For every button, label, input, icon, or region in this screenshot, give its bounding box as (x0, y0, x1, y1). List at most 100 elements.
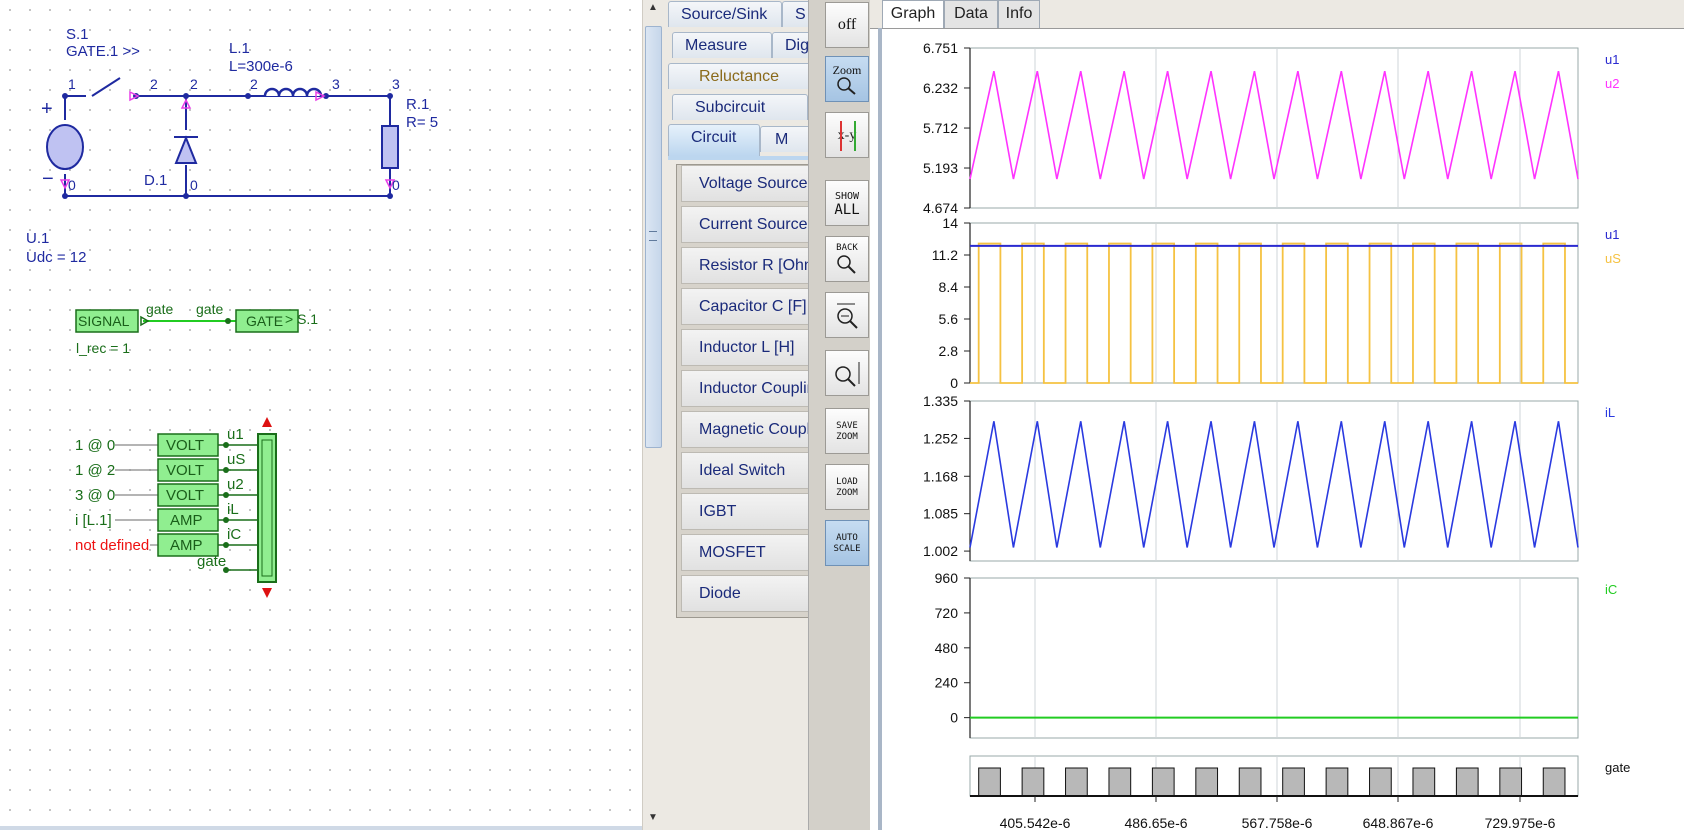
zoom-y-button[interactable] (825, 350, 869, 396)
show-all-label-1: SHOW (834, 191, 860, 202)
list-item-voltage-source[interactable]: Voltage Source (681, 165, 808, 202)
probe-block[interactable]: AMP (170, 512, 203, 529)
list-item-magnetic-coupling[interactable]: Magnetic Coupling (681, 411, 808, 448)
switch-gate-label: GATE.1 >> (66, 43, 140, 60)
xy-button[interactable]: x-y (825, 112, 869, 158)
probe-signal: u1 (227, 426, 244, 443)
switch-label[interactable]: S.1 (66, 26, 89, 43)
scroll-down-icon[interactable]: ▼ (645, 810, 661, 826)
x-tick-label: 405.542e-6 (1000, 815, 1071, 830)
probe-source: not defined (75, 537, 150, 554)
gate-block[interactable]: GATE (246, 313, 283, 329)
scroll-up-marker (262, 417, 272, 427)
x-tick-label: 486.65e-6 (1124, 815, 1187, 830)
y-tick-label: 5.712 (923, 120, 958, 136)
list-item-current-source[interactable]: Current Source (681, 206, 808, 243)
load-zoom-label-1: LOAD (836, 477, 858, 487)
probe-source: i [L.1] (75, 512, 112, 529)
schematic-canvas[interactable]: S.1 GATE.1 >> L.1 L=300e-6 R.1 R= 5 D.1 … (0, 0, 642, 830)
signal-param: l_rec = 1 (76, 340, 131, 356)
list-item-resistor[interactable]: Resistor R [Ohm] (681, 247, 808, 284)
schematic-drawing (46, 77, 399, 598)
signal-block[interactable]: SIGNAL (78, 313, 129, 329)
y-tick-label: 11.2 (932, 247, 958, 263)
show-all-button[interactable]: SHOW ALL (825, 180, 869, 226)
component-library: Source/Sink S Measure Dig Reluctance Sub… (662, 0, 809, 830)
node-label: 0 (392, 177, 400, 193)
node-label: 0 (190, 177, 198, 193)
back-zoom-button[interactable]: BACK (825, 236, 869, 282)
tab-source-sink[interactable]: Source/Sink (668, 1, 782, 27)
resistor-label[interactable]: R.1 (406, 96, 429, 113)
list-item-mosfet[interactable]: MOSFET (681, 534, 808, 571)
wire-label: gate (196, 301, 224, 317)
y-tick-label: 0 (950, 375, 958, 391)
back-label: BACK (836, 243, 858, 253)
probe-block[interactable]: AMP (170, 537, 203, 554)
probe-signal: iC (227, 526, 242, 543)
source-plus: + (41, 98, 53, 120)
tab-graph[interactable]: Graph (882, 0, 944, 28)
probe-block[interactable]: VOLT (166, 462, 204, 479)
tab-data[interactable]: Data (944, 0, 998, 28)
y-tick-label: 240 (935, 675, 959, 691)
plot-area (969, 47, 1579, 209)
y-tick-label: 1.252 (923, 430, 958, 446)
zoom-label: Zoom (832, 63, 862, 77)
tab-circuit[interactable]: Circuit (668, 124, 760, 156)
canvas-horizontal-scrollbar[interactable] (0, 826, 642, 830)
magnifier-icon (837, 77, 856, 95)
canvas-vertical-scrollbar[interactable]: ▲ ▼ (642, 0, 663, 830)
gate-pulse (1369, 767, 1392, 797)
probe-signal: gate (197, 553, 227, 570)
legend-iC: iC (1605, 582, 1617, 597)
save-zoom-label-2: ZOOM (836, 432, 858, 442)
y-tick-label: 5.6 (939, 311, 959, 327)
load-zoom-button[interactable]: LOAD ZOOM (825, 464, 869, 510)
y-tick-label: 8.4 (939, 279, 959, 295)
list-item-capacitor[interactable]: Capacitor C [F] (681, 288, 808, 325)
resistor-symbol (381, 125, 399, 169)
tab-reluctance[interactable]: Reluctance (668, 63, 808, 89)
list-item-diode[interactable]: Diode (681, 575, 808, 612)
scope-tabs: Graph Data Info (870, 0, 1684, 29)
save-zoom-button[interactable]: SAVE ZOOM (825, 408, 869, 454)
scroll-down-marker (262, 588, 272, 598)
legend-uS: uS (1605, 251, 1621, 266)
xy-label: x-y (837, 128, 857, 143)
y-tick-label: 720 (935, 605, 959, 621)
scroll-up-icon[interactable]: ▲ (645, 0, 661, 16)
auto-scale-button[interactable]: AUTO SCALE (825, 520, 869, 566)
source-label[interactable]: U.1 (26, 230, 49, 247)
gate-pulse (1238, 767, 1262, 797)
list-item-inductor-coupling[interactable]: Inductor Coupling (681, 370, 808, 407)
tab-measure[interactable]: Measure (672, 32, 772, 58)
tab-dig[interactable]: Dig (772, 32, 808, 58)
off-button[interactable]: off (825, 2, 869, 48)
zoom-x-button[interactable] (825, 292, 869, 338)
gate-pulse (1065, 767, 1088, 797)
zoom-button[interactable]: Zoom (825, 56, 869, 102)
scrollbar-thumb[interactable] (645, 26, 662, 448)
diode-label[interactable]: D.1 (144, 172, 167, 189)
tab-s[interactable]: S (782, 1, 808, 27)
gate-pulse (978, 767, 1001, 797)
source-minus: − (42, 168, 54, 190)
tab-m[interactable]: M (760, 126, 808, 152)
resistor-value: R= 5 (406, 114, 439, 131)
list-item-igbt[interactable]: IGBT (681, 493, 808, 530)
grip-icon (649, 231, 657, 241)
list-item-inductor[interactable]: Inductor L [H] (681, 329, 808, 366)
probe-block[interactable]: VOLT (166, 487, 204, 504)
list-item-ideal-switch[interactable]: Ideal Switch (681, 452, 808, 489)
tab-info[interactable]: Info (998, 0, 1040, 28)
scope-bus-block (257, 433, 277, 583)
probe-block[interactable]: VOLT (166, 437, 204, 454)
scope-plots[interactable]: 6.751 6.232 5.712 5.193 4.674 u1 u2 14 11.2 8.4 5.… (870, 28, 1684, 830)
inductor-label[interactable]: L.1 (229, 40, 250, 57)
save-zoom-label-1: SAVE (836, 421, 858, 431)
gate-pulse (1542, 767, 1566, 797)
gate-pulse (1412, 767, 1436, 797)
tab-subcircuit[interactable]: Subcircuit (672, 94, 808, 120)
probe-signal: iL (227, 501, 239, 518)
